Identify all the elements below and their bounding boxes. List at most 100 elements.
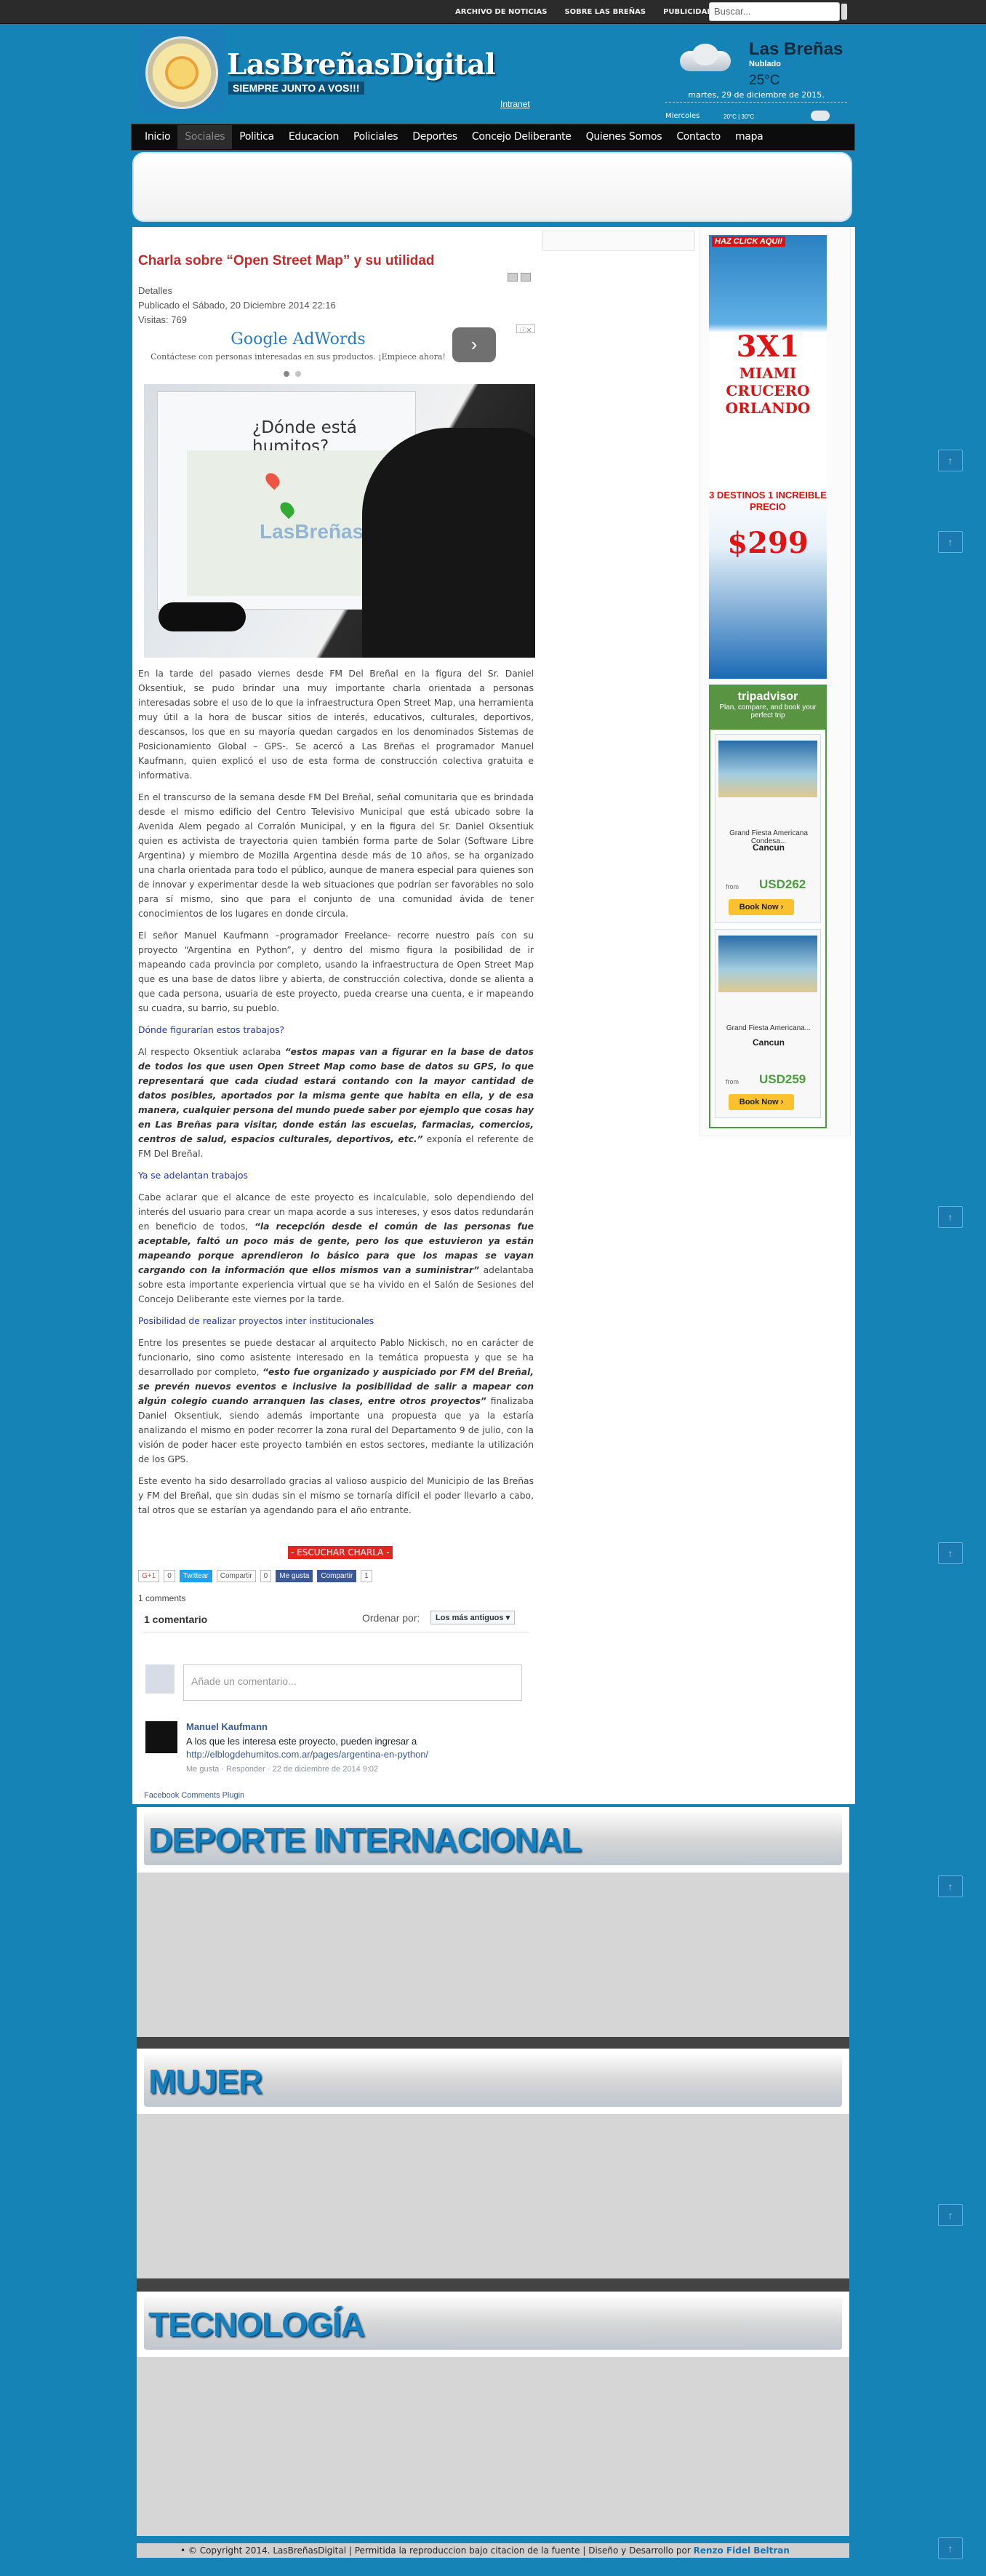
email-icon[interactable] bbox=[508, 273, 518, 282]
nav-policiales[interactable]: Policiales bbox=[346, 125, 405, 149]
section-title[interactable]: TECNOLOGÍA bbox=[148, 2305, 365, 2344]
scroll-top-icon[interactable]: ↑ bbox=[938, 1875, 963, 1897]
search-input[interactable]: Buscar... bbox=[709, 2, 840, 21]
hotel-image bbox=[718, 936, 817, 992]
author-link[interactable]: Renzo Fidel Beltran bbox=[694, 2545, 790, 2556]
ad-header: tripadvisor Plan, compare, and book your… bbox=[710, 686, 825, 730]
article-title[interactable]: Charla sobre “Open Street Map” y su util… bbox=[138, 253, 435, 269]
main-nav: Inicio Sociales Politica Educacion Polic… bbox=[131, 124, 855, 151]
book-now-button[interactable]: Book Now › bbox=[729, 899, 794, 915]
brand-name: tripadvisor bbox=[737, 690, 798, 703]
section-header: DEPORTE INTERNACIONAL bbox=[137, 1807, 849, 1873]
section-body bbox=[137, 2114, 849, 2278]
site-logo[interactable] bbox=[138, 29, 225, 113]
ad-lines: MIAMI CRUCERO ORLANDO bbox=[709, 364, 827, 417]
paragraph: En el transcurso de la semana desde FM D… bbox=[138, 792, 534, 919]
ad-tag[interactable]: HAZ CLICK AQUI! bbox=[712, 236, 786, 247]
print-icon[interactable] bbox=[521, 273, 531, 282]
hotel-image bbox=[718, 741, 817, 797]
adwords-ad[interactable]: Google AdWords Contáctese con personas i… bbox=[138, 323, 535, 377]
fb-share-button[interactable]: Compartir bbox=[317, 1570, 357, 1582]
ad-line: CRUCERO bbox=[726, 382, 810, 399]
share-count: 0 bbox=[260, 1570, 272, 1582]
section-footer bbox=[137, 2278, 849, 2292]
paragraph: Este evento ha sido desarrollado gracias… bbox=[138, 1476, 534, 1515]
order-label: Ordenar por: bbox=[362, 1612, 420, 1624]
article-body: En la tarde del pasado viernes desde FM … bbox=[138, 666, 534, 1525]
like-button[interactable]: Me gusta bbox=[276, 1570, 313, 1582]
subheading: Posibilidad de realizar proyectos inter … bbox=[138, 1316, 374, 1326]
tripadvisor-ad[interactable]: tripadvisor Plan, compare, and book your… bbox=[709, 685, 827, 1128]
dot-icon[interactable] bbox=[295, 371, 301, 377]
ad-destinations: 3 DESTINOS 1 INCREIBLE PRECIO bbox=[709, 490, 827, 512]
scroll-top-icon[interactable]: ↑ bbox=[938, 1542, 963, 1564]
ad-title[interactable]: Google AdWords bbox=[138, 330, 458, 348]
comment-meta[interactable]: Me gusta · Responder · 22 de diciembre d… bbox=[186, 1765, 378, 1774]
nav-quienes[interactable]: Quienes Somos bbox=[579, 125, 670, 149]
paragraph: Entre los presentes se puede destacar al… bbox=[138, 1336, 534, 1467]
main-content: Charla sobre “Open Street Map” y su util… bbox=[132, 227, 855, 1804]
hotel-city: Cancun bbox=[752, 842, 785, 853]
nav-politica[interactable]: Politica bbox=[232, 125, 281, 149]
link-archivo[interactable]: ARCHIVO DE NOTICIAS bbox=[455, 8, 547, 16]
tweet-button[interactable]: Twittear bbox=[179, 1570, 212, 1582]
nav-deportes[interactable]: Deportes bbox=[405, 125, 465, 149]
fb-plugin-link[interactable]: Facebook Comments Plugin bbox=[144, 1791, 244, 1800]
weather-city: Las Breñas bbox=[749, 39, 843, 59]
share-bar: G+1 0 Twittear Compartir 0 Me gusta Comp… bbox=[138, 1570, 372, 1582]
comments-header: 1 comentario Ordenar por: Los más antigu… bbox=[144, 1609, 529, 1632]
hotel-city: Cancun bbox=[752, 1037, 785, 1048]
hotel-card[interactable]: Grand Fiesta Americana Condesa... Cancun… bbox=[715, 734, 821, 923]
gplus-button[interactable]: G+1 bbox=[138, 1570, 160, 1582]
section-title[interactable]: MUJER bbox=[148, 2062, 262, 2101]
forecast-day: Miercoles bbox=[665, 112, 700, 120]
scroll-top-icon[interactable]: ↑ bbox=[938, 2537, 963, 2559]
nav-inicio[interactable]: Inicio bbox=[137, 125, 177, 149]
comment-author[interactable]: Manuel Kaufmann bbox=[186, 1721, 268, 1732]
book-now-button[interactable]: Book Now › bbox=[729, 1094, 794, 1110]
text: finalizaba Daniel Oksentiuk, siendo adem… bbox=[138, 1396, 534, 1464]
share-button[interactable]: Compartir bbox=[216, 1570, 256, 1582]
nav-sociales[interactable]: Sociales bbox=[177, 125, 233, 149]
footer: • © Copyright 2014. LasBreñasDigital | P… bbox=[137, 2543, 849, 2558]
top-bar: ARCHIVO DE NOTICIAS SOBRE LAS BREÑAS PUB… bbox=[0, 0, 986, 24]
nav-contacto[interactable]: Contacto bbox=[669, 125, 728, 149]
hotel-card[interactable]: Grand Fiesta Americana... Cancun from US… bbox=[715, 929, 821, 1118]
forecast-cloud-icon bbox=[811, 111, 830, 121]
article-tools bbox=[508, 273, 531, 282]
search-button[interactable] bbox=[841, 4, 847, 20]
nav-mapa[interactable]: mapa bbox=[728, 125, 770, 149]
link-publicidad[interactable]: PUBLICIDAD bbox=[663, 8, 713, 16]
paragraph: Cabe aclarar que el alcance de este proy… bbox=[138, 1190, 534, 1307]
scroll-top-icon[interactable]: ↑ bbox=[938, 450, 963, 471]
section-title[interactable]: DEPORTE INTERNACIONAL bbox=[148, 1820, 582, 1859]
ad-next-button[interactable]: › bbox=[452, 327, 496, 362]
weather-temp: 25°C bbox=[749, 73, 780, 88]
watermark: LasBreñas bbox=[260, 520, 364, 543]
link-sobre[interactable]: SOBRE LAS BREÑAS bbox=[564, 8, 646, 16]
comment-link[interactable]: http://elblogdehumitos.com.ar/pages/arge… bbox=[186, 1749, 428, 1760]
section-body bbox=[137, 2357, 849, 2536]
top-banner bbox=[132, 152, 852, 222]
nav-educacion[interactable]: Educacion bbox=[281, 125, 346, 149]
ad-headline: 3X1 bbox=[736, 330, 800, 364]
nav-concejo[interactable]: Concejo Deliberante bbox=[465, 125, 579, 149]
dot-icon[interactable] bbox=[284, 371, 289, 377]
comment-input[interactable]: Añade un comentario... bbox=[183, 1664, 522, 1701]
adchoices-icon[interactable]: ⓘ✕ bbox=[516, 324, 535, 334]
section-header: TECNOLOGÍA bbox=[137, 2292, 849, 2357]
avatar[interactable] bbox=[145, 1721, 177, 1753]
scroll-top-icon[interactable]: ↑ bbox=[938, 531, 963, 553]
scroll-top-icon[interactable]: ↑ bbox=[938, 1206, 963, 1228]
site-name[interactable]: LasBreñasDigital bbox=[227, 48, 496, 81]
order-select[interactable]: Los más antiguos ▾ bbox=[430, 1611, 516, 1624]
listen-button[interactable]: - ESCUCHAR CHARLA - bbox=[288, 1546, 393, 1559]
comments-total: 1 comentario bbox=[144, 1614, 208, 1625]
scroll-top-icon[interactable]: ↑ bbox=[938, 2204, 963, 2226]
section-body bbox=[137, 1873, 849, 2037]
cruise-ad[interactable]: HAZ CLICK AQUI! 3X1 MIAMI CRUCERO ORLAND… bbox=[709, 235, 827, 679]
section-header: MUJER bbox=[137, 2049, 849, 2114]
intranet-link[interactable]: Intranet bbox=[500, 99, 530, 109]
ad-dots bbox=[284, 371, 301, 377]
comment-text: A los que les interesa este proyecto, pu… bbox=[186, 1736, 417, 1747]
